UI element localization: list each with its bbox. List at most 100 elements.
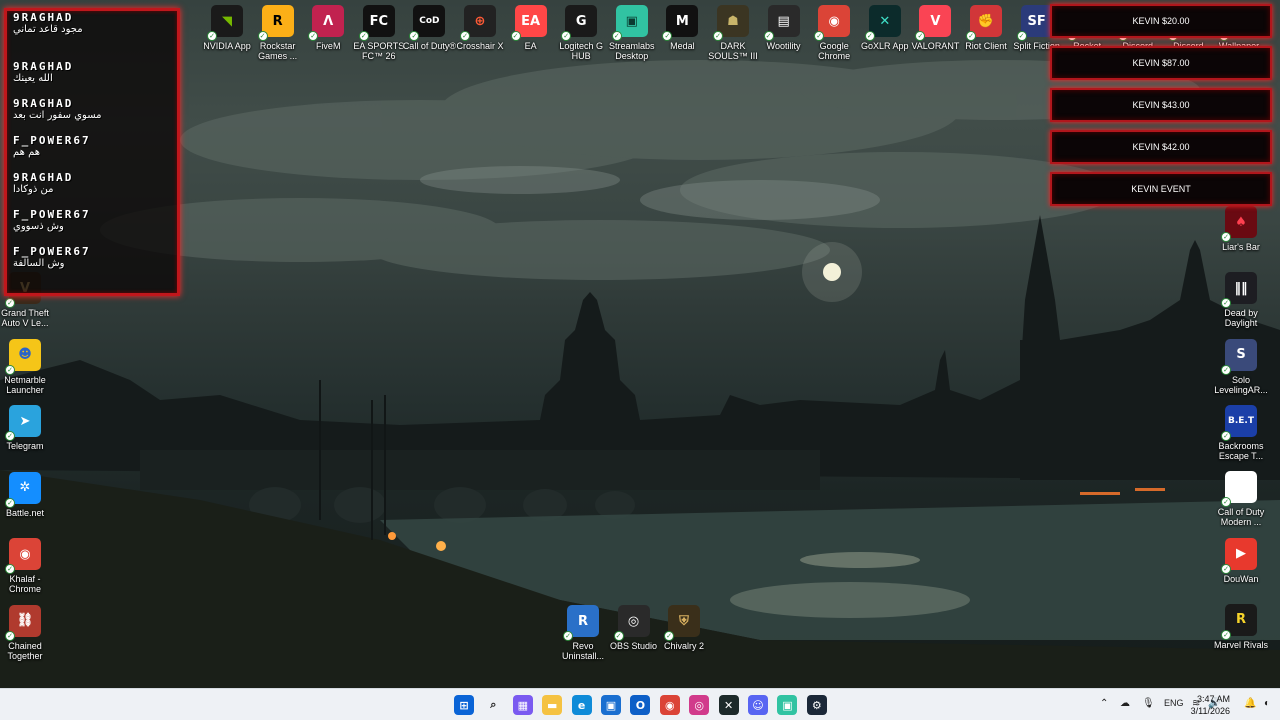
sync-check-icon: ✓	[5, 630, 15, 641]
date: 3/11/2026	[1190, 706, 1230, 716]
medal-icon: M ✓	[662, 5, 699, 41]
terminal-icon[interactable]: ✕	[718, 695, 739, 715]
chat-username: 9RAGHAD	[13, 171, 74, 184]
chat-username: 9RAGHAD	[13, 97, 74, 110]
desktop-shortcut[interactable]: ➤ ✓ Telegram	[0, 405, 56, 451]
color-icon[interactable]: ◐	[1264, 698, 1270, 709]
start-button[interactable]: ⊞	[454, 695, 474, 715]
sync-check-icon: ✓	[207, 31, 217, 41]
chat-text: وش ذسووي	[13, 221, 64, 232]
desktop-shortcut[interactable]: B.E.T ✓ Backrooms Escape T...	[1210, 404, 1272, 461]
crosshair-icon: ⊕ ✓	[460, 5, 496, 41]
chat-username: F_POWER67	[13, 134, 91, 147]
obs-icon: ◎ ✓	[613, 605, 650, 641]
desktop-shortcut[interactable]: ⛨ ✓ Chivalry 2	[653, 605, 715, 651]
streamlabs-taskbar-icon[interactable]: ▣	[777, 695, 798, 715]
steam-icon[interactable]: ⚙	[806, 695, 827, 715]
edge-icon[interactable]: e	[571, 695, 592, 715]
shortcut-label: Backrooms Escape T...	[1218, 440, 1264, 461]
split-fiction-icon: SF ✓	[1016, 5, 1053, 41]
desktop-shortcut[interactable]: S ✓ Solo LevelingAR...	[1210, 338, 1272, 395]
telegram-icon: ➤ ✓	[5, 405, 41, 441]
sync-check-icon: ✓	[1221, 629, 1231, 640]
shortcut-label: Crosshair X	[456, 41, 504, 51]
chat-message: 9RAGHAD مجود قاعد تماني	[13, 11, 177, 35]
chat-message: F_POWER67 وش ذسووي	[13, 208, 177, 232]
donation-alert: KEVIN EVENT	[1050, 172, 1272, 206]
ea-fc-icon: FC ✓	[358, 5, 395, 41]
microphone-icon[interactable]: 🎙	[1142, 698, 1155, 709]
desktop-shortcut[interactable]: R ✓ Marvel Rivals	[1210, 603, 1272, 650]
shortcut-label: EA	[524, 41, 537, 51]
sync-check-icon: ✓	[1221, 563, 1231, 574]
chat-message: 9RAGHAD الله يعينك	[13, 60, 177, 84]
desktop-shortcut[interactable]: ✓ Call of Duty Modern ...	[1210, 471, 1272, 527]
desktop-shortcut[interactable]: ◉ ✓ Khalaf - Chrome	[0, 538, 56, 594]
shortcut-label: Liar's Bar	[1222, 242, 1260, 252]
shortcut-label: GoXLR App	[861, 41, 909, 51]
chained-together-icon: ⛓ ✓	[5, 604, 41, 641]
chat-message: F_POWER67 هم هم	[13, 134, 177, 158]
sync-check-icon: ✓	[915, 31, 926, 41]
sync-check-icon: ✓	[1221, 298, 1231, 309]
logitech-icon: G ✓	[561, 5, 598, 41]
desktop-shortcut[interactable]: ⛓ ✓ Chained Together	[0, 604, 56, 661]
sync-check-icon: ✓	[563, 631, 573, 641]
chrome-profile-icon: ◉ ✓	[5, 538, 41, 574]
file-icon: ✓	[1221, 471, 1257, 508]
chat-text: وش السالفة	[13, 258, 65, 269]
chrome-taskbar-icon[interactable]: ◉	[659, 695, 680, 715]
desktop-shortcut[interactable]: ♠ ✓ Liar's Bar	[1210, 206, 1272, 252]
netmarble-icon: ☻ ✓	[5, 338, 41, 375]
chrome-icon: ◉ ✓	[814, 5, 851, 41]
notification-bell-icon[interactable]: 🔔	[1244, 698, 1256, 709]
sync-check-icon: ✓	[1221, 430, 1231, 441]
sync-check-icon: ✓	[763, 31, 774, 41]
sync-check-icon: ✓	[814, 31, 825, 41]
marvel-rivals-icon: R ✓	[1221, 603, 1257, 640]
shortcut-label: Battle.net	[5, 507, 45, 518]
shortcut-label: Wootility	[766, 41, 801, 51]
desktop-shortcut[interactable]: ✲ ✓ Battle.net	[0, 471, 56, 518]
nvidia-icon: ◥ ✓	[207, 5, 243, 41]
sync-check-icon: ✓	[5, 364, 15, 375]
desktop-shortcut[interactable]: ▶ ✓ DouWan	[1210, 537, 1272, 584]
chevron-up-icon[interactable]: ⌃	[1100, 698, 1108, 709]
shortcut-label: OBS Studio	[609, 641, 658, 651]
language-indicator[interactable]: ENG	[1164, 698, 1184, 708]
sync-check-icon: ✓	[1016, 31, 1027, 41]
valorant-icon: V ✓	[915, 5, 952, 41]
shortcut-label: Telegram	[6, 441, 44, 451]
sync-check-icon: ✓	[713, 31, 723, 41]
widgets-icon[interactable]: ▦	[512, 695, 533, 715]
clock[interactable]: 3:47 AM 3/11/2026	[1191, 693, 1230, 717]
file-explorer-icon[interactable]: ▬	[542, 695, 563, 715]
ea-icon: EA ✓	[510, 5, 547, 41]
sync-check-icon: ✓	[5, 564, 15, 574]
call-of-duty-icon: CoD ✓	[409, 5, 446, 41]
outlook-icon[interactable]: O	[630, 695, 651, 715]
sync-check-icon: ✓	[510, 31, 521, 41]
battlenet-icon: ✲ ✓	[5, 471, 41, 508]
chat-username: 9RAGHAD	[13, 11, 74, 24]
shortcut-label: Call of Duty®	[402, 41, 456, 51]
search-icon[interactable]: ⌕	[483, 695, 504, 715]
shortcut-label: Riot Client	[965, 41, 1007, 51]
desktop-shortcut[interactable]: ‖‖ ✓ Dead by Daylight	[1210, 272, 1272, 328]
donation-alert: KEVIN $20.00	[1050, 4, 1272, 38]
discord-taskbar-icon[interactable]: ☺	[748, 695, 768, 715]
chat-username: 9RAGHAD	[13, 60, 74, 73]
cloud-icon[interactable]: ☁	[1120, 698, 1130, 709]
desktop-shortcut[interactable]: ☻ ✓ Netmarble Launcher	[0, 338, 56, 395]
chat-text: الله يعينك	[13, 73, 53, 84]
riot-icon: ✊ ✓	[966, 5, 1002, 41]
store-icon[interactable]: ▣	[601, 695, 621, 715]
chat-message: F_POWER67 وش السالفة	[13, 245, 177, 269]
chat-text: هم هم	[13, 147, 41, 158]
sync-check-icon: ✓	[662, 31, 673, 41]
instagram-icon[interactable]: ◎	[689, 695, 710, 715]
wootility-icon: ▤ ✓	[763, 5, 800, 41]
taskbar: ⊞ ⌕ ▦ ▬ e ▣ O ◉ ◎ ✕ ☺ ▣ ⚙ ⌃ ☁ 🎙 ENG ≋ 🔊 3:47 AM 3/11…	[0, 688, 1280, 720]
chat-username: F_POWER67	[13, 245, 91, 258]
sync-check-icon: ✓	[613, 631, 624, 641]
